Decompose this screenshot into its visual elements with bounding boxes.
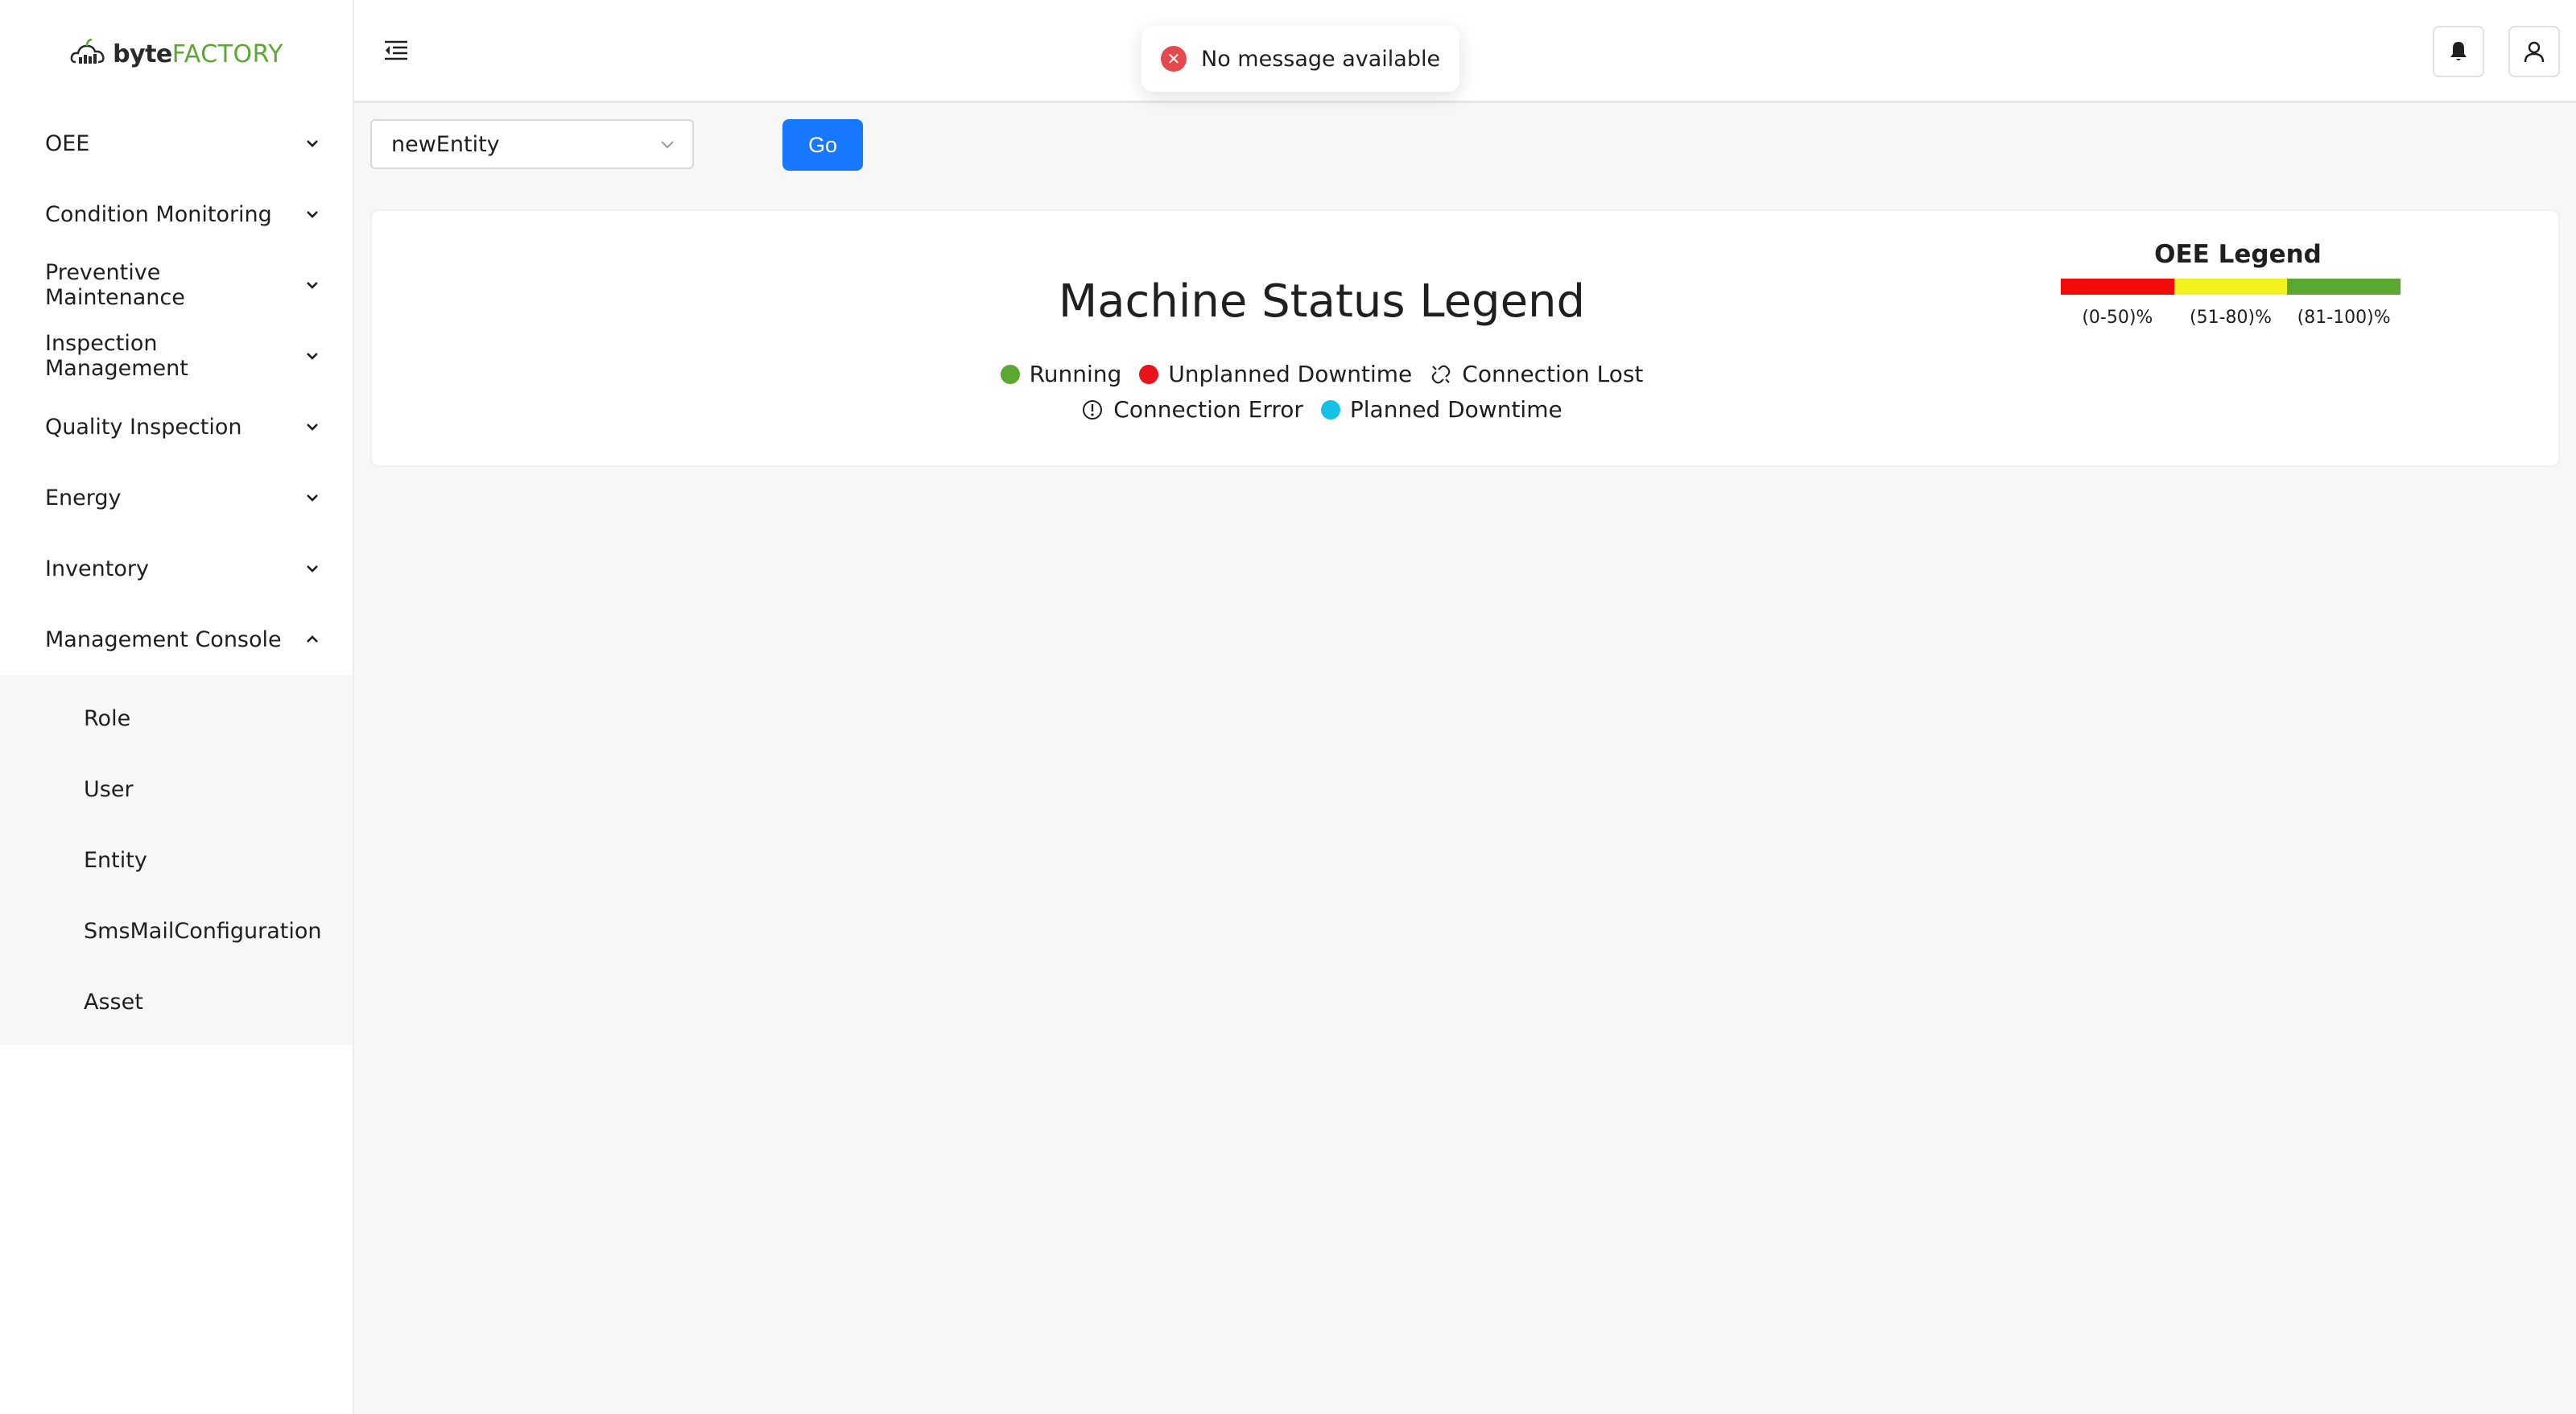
sidebar-item-management-console[interactable]: Management Console	[0, 604, 353, 675]
cyan-dot-icon	[1320, 399, 1340, 420]
sidebar-item-quality-inspection[interactable]: Quality Inspection	[0, 391, 353, 462]
green-dot-icon	[1000, 364, 1020, 384]
red-dot-icon	[1139, 364, 1159, 384]
sidebar-item-label: Condition Monitoring	[45, 201, 272, 227]
sidebar-item-inventory[interactable]: Inventory	[0, 533, 353, 604]
status-connection-lost: Connection Lost	[1430, 361, 1643, 387]
sidebar-subitem-smsmailconfiguration[interactable]: SmsMailConfiguration	[0, 895, 353, 966]
status-running: Running	[1000, 361, 1122, 387]
error-toast: ✕ No message available	[1141, 26, 1460, 92]
oee-legend-bar	[2061, 279, 2401, 295]
chevron-down-icon	[307, 424, 318, 431]
chevron-down-icon	[307, 282, 318, 289]
oee-legend: OEE Legend (0-50)% (51-80)% (81-100)%	[2061, 230, 2415, 328]
status-label: Connection Error	[1113, 396, 1303, 423]
chevron-down-icon	[661, 141, 674, 149]
sidebar-subitem-role[interactable]: Role	[0, 683, 353, 754]
oee-segment-low	[2061, 279, 2174, 295]
sidebar: byteFACTORY OEE Condition Monitoring Pre…	[0, 0, 354, 1414]
chevron-down-icon	[307, 494, 318, 502]
status-unplanned-downtime: Unplanned Downtime	[1139, 361, 1412, 387]
status-legend-row: Running Unplanned Downtime Connection Lo…	[372, 361, 2562, 387]
top-header	[354, 0, 2576, 103]
user-icon	[2524, 41, 2545, 63]
chevron-down-icon	[307, 211, 318, 218]
chevron-down-icon	[307, 565, 318, 573]
sidebar-subitem-asset[interactable]: Asset	[0, 966, 353, 1037]
go-button[interactable]: Go	[782, 119, 863, 171]
sidebar-item-oee[interactable]: OEE	[0, 108, 353, 179]
management-console-submenu: Role User Entity SmsMailConfiguration As…	[0, 675, 353, 1045]
status-planned-downtime: Planned Downtime	[1320, 396, 1563, 423]
oee-legend-title: OEE Legend	[2154, 240, 2322, 269]
bell-icon	[2450, 42, 2467, 60]
oee-range-label: (51-80)%	[2190, 308, 2272, 328]
broken-link-icon	[1432, 365, 1451, 383]
entity-select-value: newEntity	[391, 131, 500, 157]
exclamation-circle-icon	[1083, 399, 1103, 420]
chevron-down-icon	[307, 353, 318, 360]
status-connection-error: Connection Error	[1081, 396, 1303, 423]
brand-name: byteFACTORY	[113, 39, 283, 68]
status-legend-row: Connection Error Planned Downtime	[372, 396, 2562, 423]
notifications-button[interactable]	[2433, 26, 2484, 77]
sidebar-item-condition-monitoring[interactable]: Condition Monitoring	[0, 179, 353, 250]
chevron-down-icon	[307, 140, 318, 147]
sidebar-item-label: Energy	[45, 485, 122, 511]
status-label: Planned Downtime	[1349, 396, 1563, 423]
status-label: Running	[1029, 361, 1122, 387]
toast-message: No message available	[1201, 46, 1441, 72]
brand-logo[interactable]: byteFACTORY	[0, 0, 353, 108]
status-label: Unplanned Downtime	[1168, 361, 1413, 387]
sidebar-subitem-label: Entity	[84, 847, 147, 873]
oee-legend-labels: (0-50)% (51-80)% (81-100)%	[2061, 308, 2401, 328]
sidebar-item-label: Quality Inspection	[45, 414, 242, 440]
sidebar-item-inspection-management[interactable]: Inspection Management	[0, 320, 353, 391]
user-profile-button[interactable]	[2508, 26, 2560, 77]
sidebar-subitem-label: SmsMailConfiguration	[84, 918, 322, 944]
legend-card: Machine Status Legend Running Unplanned …	[370, 209, 2560, 467]
sidebar-subitem-user[interactable]: User	[0, 754, 353, 825]
sidebar-subitem-label: Role	[84, 705, 131, 731]
close-circle-icon: ✕	[1161, 46, 1187, 72]
oee-range-label: (81-100)%	[2297, 308, 2391, 328]
sidebar-item-label: Preventive Maintenance	[45, 260, 185, 310]
sidebar-subitem-label: User	[84, 776, 134, 802]
sidebar-item-energy[interactable]: Energy	[0, 462, 353, 533]
sidebar-subitem-entity[interactable]: Entity	[0, 825, 353, 895]
oee-range-label: (0-50)%	[2082, 308, 2153, 328]
oee-segment-high	[2287, 279, 2401, 295]
status-label: Connection Lost	[1462, 361, 1644, 387]
sidebar-item-label: Inventory	[45, 556, 149, 581]
sidebar-item-label: OEE	[45, 130, 90, 156]
sidebar-item-label: Management Console	[45, 626, 282, 652]
sidebar-subitem-label: Asset	[84, 989, 143, 1015]
chevron-up-icon	[307, 635, 318, 643]
oee-segment-medium	[2174, 279, 2288, 295]
sidebar-item-preventive-maintenance[interactable]: Preventive Maintenance	[0, 250, 353, 320]
entity-select[interactable]: newEntity	[370, 119, 694, 169]
factory-cloud-icon	[70, 38, 105, 64]
menu-fold-icon[interactable]	[382, 35, 411, 64]
sidebar-item-label: Inspection Management	[45, 331, 188, 381]
